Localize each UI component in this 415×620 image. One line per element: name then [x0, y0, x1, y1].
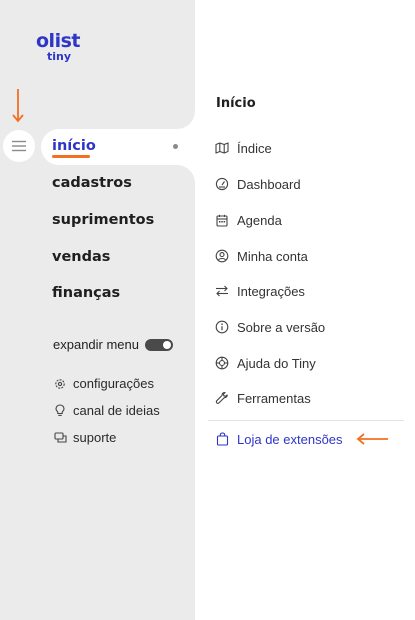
util-item-suporte[interactable]: suporte	[53, 430, 116, 445]
submenu-label: Agenda	[237, 212, 282, 228]
submenu-item-sobre-a-versao[interactable]: Sobre a versão	[214, 319, 325, 335]
util-label: canal de ideias	[73, 403, 160, 418]
swap-arrows-icon	[214, 283, 230, 299]
annotation-arrow-down-icon	[12, 89, 24, 123]
util-item-canal-de-ideias[interactable]: canal de ideias	[53, 403, 160, 418]
submenu-item-ajuda-do-tiny[interactable]: Ajuda do Tiny	[214, 355, 316, 371]
brand-logo[interactable]: olist tiny	[36, 31, 96, 62]
util-label: suporte	[73, 430, 117, 445]
nav-item-suprimentos[interactable]: suprimentos	[52, 212, 154, 228]
active-tab-notch-top	[175, 109, 195, 129]
toggle-knob	[163, 340, 171, 349]
menu-toggle-button[interactable]	[3, 130, 35, 162]
toggle-switch[interactable]	[145, 338, 173, 351]
submenu-label: Minha conta	[237, 248, 308, 264]
sidebar	[0, 0, 195, 620]
lifebuoy-icon	[214, 355, 230, 371]
submenu-item-indice[interactable]: Índice	[214, 140, 272, 156]
nav-item-vendas[interactable]: vendas	[52, 249, 110, 265]
nav-item-cadastros[interactable]: cadastros	[52, 175, 132, 191]
active-underline	[52, 155, 90, 158]
submenu-label: Loja de extensões	[237, 431, 343, 447]
hamburger-icon	[12, 140, 26, 152]
brand-product: tiny	[47, 50, 72, 63]
submenu-label: Dashboard	[237, 176, 301, 192]
annotation-arrow-left-icon	[356, 433, 388, 445]
nav-item-financas[interactable]: finanças	[52, 285, 120, 301]
nav-item-inicio[interactable]: início	[52, 138, 96, 154]
panel-title: Início	[216, 96, 256, 111]
submenu-label: Sobre a versão	[237, 319, 326, 335]
wrench-icon	[214, 390, 230, 406]
map-icon	[214, 140, 230, 156]
expand-menu-label: expandir menu	[53, 337, 139, 352]
util-item-configuracoes[interactable]: configurações	[53, 376, 154, 391]
submenu-label: Ajuda do Tiny	[237, 355, 316, 371]
submenu-divider	[208, 420, 404, 421]
submenu-item-agenda[interactable]: Agenda	[214, 212, 282, 228]
util-label: configurações	[73, 376, 154, 391]
expand-menu-toggle[interactable]: expandir menu	[53, 337, 173, 352]
submenu-item-integracoes[interactable]: Integrações	[214, 283, 305, 299]
submenu-label: Índice	[237, 140, 272, 156]
submenu-label: Integrações	[237, 283, 305, 299]
submenu-item-loja-de-extensoes[interactable]: Loja de extensões	[214, 431, 343, 447]
info-icon	[214, 319, 230, 335]
submenu-item-ferramentas[interactable]: Ferramentas	[214, 390, 311, 406]
brand-name: olist	[36, 30, 80, 52]
submenu-label: Ferramentas	[237, 390, 311, 406]
active-indicator-dot	[173, 144, 178, 149]
shopping-bag-icon	[214, 431, 230, 447]
chat-icon	[53, 431, 67, 445]
lightbulb-icon	[53, 404, 67, 418]
submenu-item-minha-conta[interactable]: Minha conta	[214, 248, 308, 264]
gear-icon	[53, 377, 67, 391]
gauge-icon	[214, 176, 230, 192]
user-icon	[214, 248, 230, 264]
calendar-icon	[214, 212, 230, 228]
active-tab-notch-bottom	[175, 165, 195, 185]
submenu-item-dashboard[interactable]: Dashboard	[214, 176, 301, 192]
submenu-panel	[195, 0, 415, 620]
